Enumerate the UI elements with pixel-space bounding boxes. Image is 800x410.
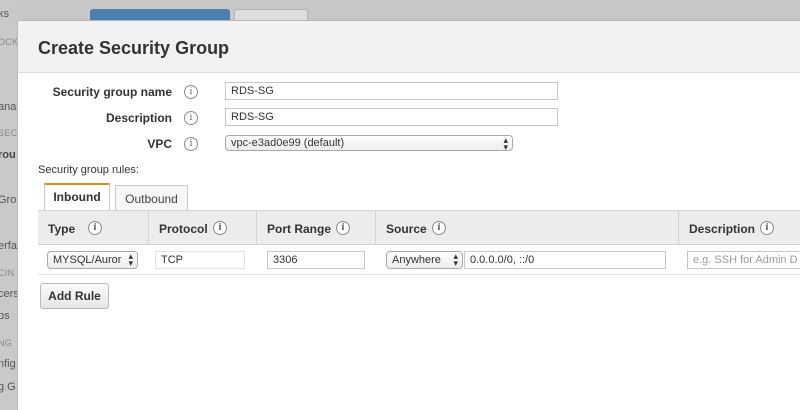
info-icon[interactable]: i <box>88 221 102 235</box>
background-sidebar: ks OCK ana SEC rou Gro erfa CIN cers ps … <box>0 0 18 410</box>
column-header-source: Source i <box>386 221 446 236</box>
bg-fragment: ks <box>0 8 9 20</box>
info-icon[interactable]: i <box>760 221 774 235</box>
rule-type-value: MYSQL/Auror <box>53 254 122 266</box>
rule-port-range-input[interactable]: 3306 <box>267 251 365 269</box>
info-icon[interactable]: i <box>184 85 198 99</box>
description-label: Description <box>105 111 172 125</box>
column-header-protocol: Protocol i <box>159 221 227 236</box>
bg-fragment: erfa <box>0 240 17 252</box>
column-header-description-label: Description <box>689 222 756 236</box>
column-header-port-range: Port Range i <box>267 221 350 236</box>
bg-fragment: cers <box>0 288 18 300</box>
info-icon[interactable]: i <box>184 137 198 151</box>
security-group-name-row: Security group name i RDS-SG <box>18 82 800 102</box>
column-separator <box>148 211 149 245</box>
add-rule-button[interactable]: Add Rule <box>40 283 109 309</box>
bg-fragment: ps <box>0 310 10 322</box>
bg-fragment: ana <box>0 101 17 113</box>
rule-source-select-value: Anywhere <box>392 254 441 266</box>
column-header-type: Type i <box>48 221 102 236</box>
rule-description-input[interactable]: e.g. SSH for Admin D <box>687 251 800 269</box>
column-separator <box>256 211 257 245</box>
info-icon[interactable]: i <box>432 221 446 235</box>
vpc-select[interactable]: vpc-e3ad0e99 (default) ▴ ▾ <box>225 135 513 151</box>
column-header-source-label: Source <box>386 222 427 236</box>
column-header-port-range-label: Port Range <box>267 222 332 236</box>
modal-header: Create Security Group <box>18 21 800 73</box>
security-group-name-label: Security group name <box>52 85 172 99</box>
vpc-select-value: vpc-e3ad0e99 (default) <box>231 137 345 149</box>
info-icon[interactable]: i <box>184 111 198 125</box>
rule-type-select[interactable]: MYSQL/Auror ▴ ▾ <box>47 251 138 269</box>
rule-source-cidr-input[interactable]: 0.0.0.0/0, ::/0 <box>464 251 666 269</box>
rules-table-header: Type i Protocol i Port Range i Source i … <box>38 211 800 245</box>
modal-title: Create Security Group <box>38 38 230 58</box>
bg-fragment: nfig <box>0 358 16 370</box>
bg-fragment: rou <box>0 149 16 161</box>
select-arrows-icon: ▴ ▾ <box>128 251 133 268</box>
tab-outbound[interactable]: Outbound <box>115 185 188 210</box>
select-arrows-icon: ▴ ▾ <box>503 135 508 151</box>
security-group-rules-label: Security group rules: <box>38 164 139 176</box>
vpc-row: VPC i vpc-e3ad0e99 (default) ▴ ▾ <box>18 134 800 154</box>
vpc-label: VPC <box>147 137 172 151</box>
bg-fragment: CIN <box>0 268 15 278</box>
tab-inbound[interactable]: Inbound <box>44 183 110 210</box>
bg-fragment: OCK <box>0 37 18 47</box>
column-header-protocol-label: Protocol <box>159 222 208 236</box>
column-separator <box>678 211 679 245</box>
rule-source-select[interactable]: Anywhere ▴ ▾ <box>386 251 463 269</box>
rule-protocol-field: TCP <box>155 251 245 269</box>
info-icon[interactable]: i <box>336 221 350 235</box>
create-security-group-modal: Create Security Group Security group nam… <box>17 20 800 410</box>
bg-fragment: SEC <box>0 128 18 138</box>
security-group-name-input[interactable]: RDS-SG <box>225 82 558 100</box>
description-row: Description i RDS-SG <box>18 108 800 128</box>
description-input[interactable]: RDS-SG <box>225 108 558 126</box>
column-header-type-label: Type <box>48 222 76 236</box>
bg-fragment: NG <box>0 338 13 348</box>
info-icon[interactable]: i <box>213 221 227 235</box>
table-row: MYSQL/Auror ▴ ▾ TCP 3306 Anywhere ▴ ▾ 0.0.… <box>38 245 800 275</box>
bg-fragment: Gro <box>0 194 17 206</box>
column-separator <box>375 211 376 245</box>
bg-fragment: g G <box>0 381 16 393</box>
select-arrows-icon: ▴ ▾ <box>453 251 458 268</box>
column-header-description: Description i <box>689 221 774 236</box>
